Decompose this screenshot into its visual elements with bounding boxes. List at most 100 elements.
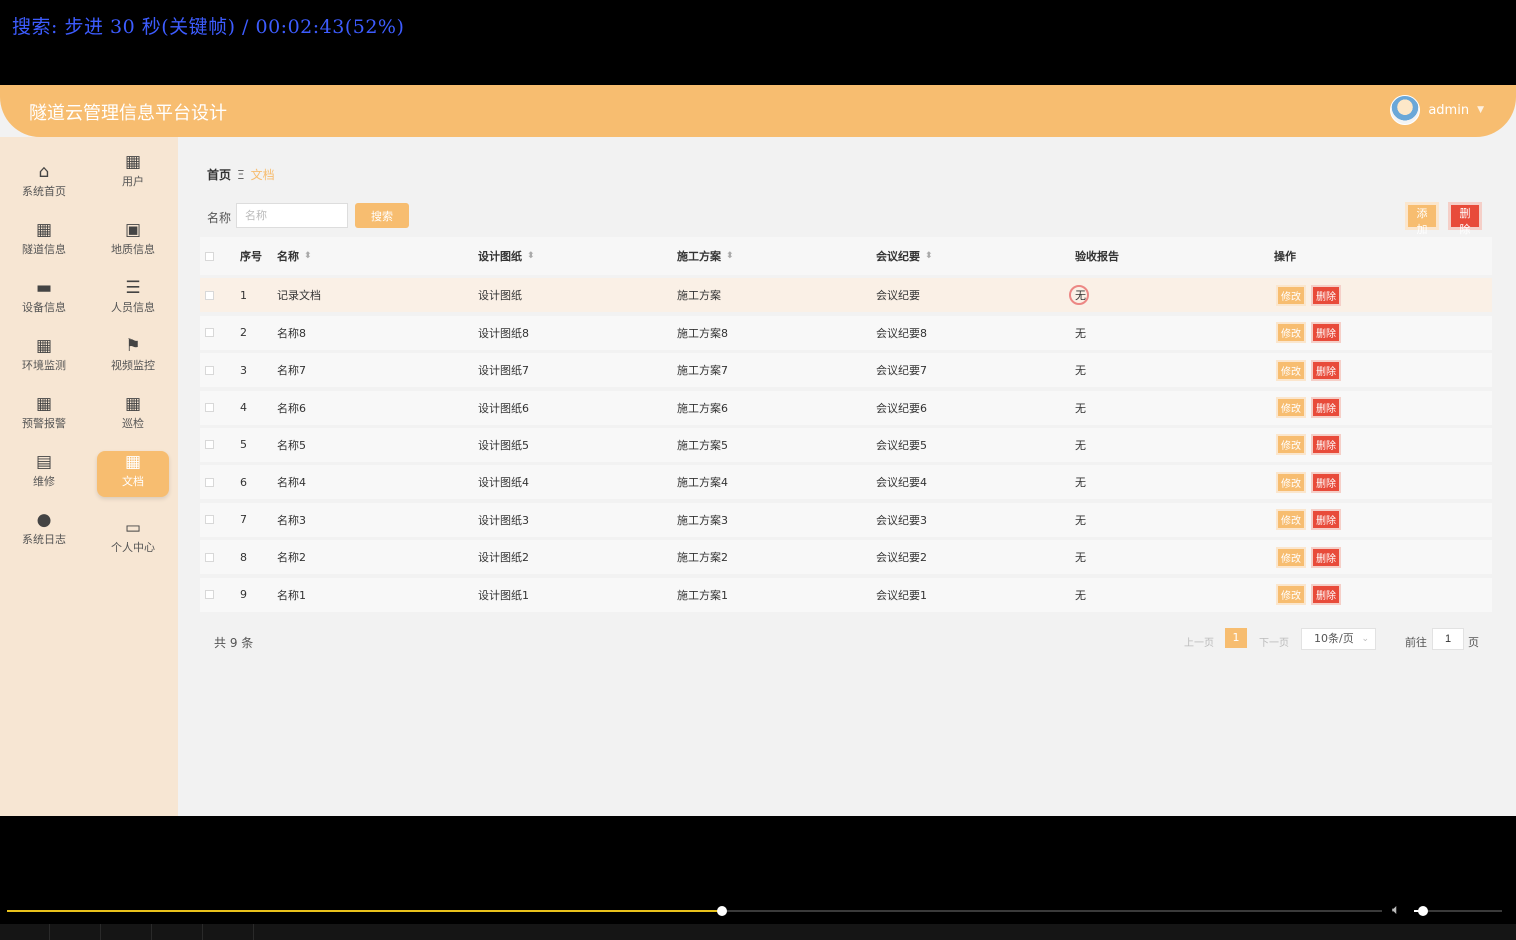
delete-button[interactable]: 删除 xyxy=(1313,436,1339,454)
row-checkbox[interactable] xyxy=(205,365,214,375)
cell-plan-text: 施工方案 xyxy=(677,289,721,303)
sidebar-item-label: 地质信息 xyxy=(111,243,155,256)
header-name[interactable]: 名称 ⬍ xyxy=(277,237,312,275)
cell-plan-text: 施工方案4 xyxy=(677,476,728,490)
table-row[interactable]: 7 名称3 设计图纸3 施工方案3 会议纪要3 无 修改 删除 xyxy=(200,502,1492,537)
row-checkbox[interactable] xyxy=(205,328,214,338)
row-checkbox[interactable] xyxy=(205,290,214,300)
edit-button[interactable]: 修改 xyxy=(1278,511,1304,529)
goto-page-input[interactable] xyxy=(1432,628,1464,650)
page-size-value: 10条/页 xyxy=(1314,632,1354,645)
sidebar-item-label: 系统日志 xyxy=(22,533,66,546)
add-button[interactable]: 添加 xyxy=(1408,205,1436,236)
player-bottom-tab[interactable] xyxy=(0,924,50,940)
page-suffix: 页 xyxy=(1468,636,1479,649)
table-row[interactable]: 4 名称6 设计图纸6 施工方案6 会议纪要6 无 修改 删除 xyxy=(200,390,1492,425)
volume-slider[interactable] xyxy=(1414,906,1502,916)
header-plan[interactable]: 施工方案 ⬍ xyxy=(677,237,734,275)
cell-name: 名称7 xyxy=(277,353,306,387)
grid-icon: ▦ xyxy=(35,394,53,414)
chevron-down-icon[interactable]: ▼ xyxy=(1477,105,1484,115)
edit-button[interactable]: 修改 xyxy=(1278,286,1304,304)
batch-delete-button[interactable]: 删除 xyxy=(1451,205,1479,236)
seek-handle[interactable] xyxy=(717,906,727,916)
delete-button[interactable]: 删除 xyxy=(1313,548,1339,566)
sidebar-item-10[interactable]: ▤ 维修 xyxy=(8,451,80,497)
table-row[interactable]: 8 名称2 设计图纸2 施工方案2 会议纪要2 无 修改 删除 xyxy=(200,540,1492,575)
header-minutes[interactable]: 会议纪要 ⬍ xyxy=(876,237,933,275)
row-checkbox[interactable] xyxy=(205,515,214,525)
speaker-icon[interactable]: 🔈︎ xyxy=(1392,902,1400,918)
player-bottom-tab[interactable] xyxy=(204,924,254,940)
player-bottom-tab[interactable] xyxy=(51,924,101,940)
row-checkbox[interactable] xyxy=(205,477,214,487)
sidebar-item-9[interactable]: ▦ 巡检 xyxy=(97,393,169,439)
edit-button[interactable]: 修改 xyxy=(1278,473,1304,491)
sidebar-item-3[interactable]: ▣ 地质信息 xyxy=(97,219,169,265)
row-checkbox[interactable] xyxy=(205,552,214,562)
breadcrumb-home[interactable]: 首页 xyxy=(207,168,231,182)
sidebar-item-12[interactable]: ● 系统日志 xyxy=(8,509,80,555)
next-page-button[interactable]: 下一页 xyxy=(1259,634,1289,649)
sidebar-item-2[interactable]: ▦ 隧道信息 xyxy=(8,219,80,265)
header-drawing[interactable]: 设计图纸 ⬍ xyxy=(478,237,535,275)
edit-button[interactable]: 修改 xyxy=(1278,399,1304,417)
sidebar-item-8[interactable]: ▦ 预警报警 xyxy=(8,393,80,439)
table-row[interactable]: 3 名称7 设计图纸7 施工方案7 会议纪要7 无 修改 删除 xyxy=(200,353,1492,388)
row-checkbox[interactable] xyxy=(205,403,214,413)
sidebar-item-4[interactable]: ▬ 设备信息 xyxy=(8,277,80,323)
delete-button[interactable]: 删除 xyxy=(1313,399,1339,417)
cell-report: 无 xyxy=(1075,503,1086,537)
edit-button[interactable]: 修改 xyxy=(1278,548,1304,566)
sort-icon[interactable]: ⬍ xyxy=(304,251,312,261)
cell-no: 8 xyxy=(240,540,247,574)
table-header: 序号 名称 ⬍ 设计图纸 ⬍ 施工方案 ⬍ 会议纪要 ⬍ 验收报告 操作 xyxy=(200,237,1492,275)
username[interactable]: admin xyxy=(1428,103,1469,118)
search-input[interactable] xyxy=(236,203,348,228)
player-bottom-tab[interactable] xyxy=(102,924,152,940)
table-row[interactable]: 9 名称1 设计图纸1 施工方案1 会议纪要1 无 修改 删除 xyxy=(200,577,1492,612)
sidebar-item-5[interactable]: ☰ 人员信息 xyxy=(97,277,169,323)
page-size-select[interactable]: 10条/页 ⌄ xyxy=(1301,628,1376,650)
sidebar-item-7[interactable]: ⚑ 视频监控 xyxy=(97,335,169,381)
top-bar: 隧道云管理信息平台设计 admin ▼ xyxy=(0,85,1516,137)
row-checkbox[interactable] xyxy=(205,440,214,450)
delete-button[interactable]: 删除 xyxy=(1313,511,1339,529)
volume-handle[interactable] xyxy=(1417,906,1428,916)
delete-button[interactable]: 删除 xyxy=(1313,361,1339,379)
sort-icon[interactable]: ⬍ xyxy=(925,251,933,261)
edit-button[interactable]: 修改 xyxy=(1278,586,1304,604)
user-menu[interactable]: admin ▼ xyxy=(1390,95,1484,125)
seek-bar[interactable] xyxy=(7,906,1382,916)
sidebar-item-13[interactable]: ▭ 个人中心 xyxy=(97,517,169,563)
select-all-checkbox[interactable] xyxy=(205,251,214,261)
sidebar-item-11[interactable]: ▦ 文档 xyxy=(97,451,169,497)
edit-button[interactable]: 修改 xyxy=(1278,324,1304,342)
cell-name-text: 名称4 xyxy=(277,476,306,490)
delete-button[interactable]: 删除 xyxy=(1313,324,1339,342)
header-index: 序号 xyxy=(240,250,262,263)
player-bottom-tab[interactable] xyxy=(153,924,203,940)
table-row[interactable]: 6 名称4 设计图纸4 施工方案4 会议纪要4 无 修改 删除 xyxy=(200,465,1492,500)
delete-button[interactable]: 删除 xyxy=(1313,286,1339,304)
sort-icon[interactable]: ⬍ xyxy=(527,251,535,261)
sidebar-item-1[interactable]: ▦ 用户 xyxy=(97,151,169,197)
prev-page-button[interactable]: 上一页 xyxy=(1184,634,1214,649)
cell-actions: 修改 删除 xyxy=(1278,540,1348,574)
delete-button[interactable]: 删除 xyxy=(1313,586,1339,604)
sidebar-item-0[interactable]: ⌂ 系统首页 xyxy=(8,161,80,207)
avatar[interactable] xyxy=(1390,95,1421,125)
table-row[interactable]: 1 记录文档 设计图纸 施工方案 会议纪要 无 修改 删除 xyxy=(200,278,1492,313)
table-row[interactable]: 5 名称5 设计图纸5 施工方案5 会议纪要5 无 修改 删除 xyxy=(200,427,1492,462)
sort-icon[interactable]: ⬍ xyxy=(726,251,734,261)
sidebar-item-6[interactable]: ▦ 环境监测 xyxy=(8,335,80,381)
row-checkbox[interactable] xyxy=(205,590,214,600)
cell-plan: 施工方案7 xyxy=(677,353,728,387)
edit-button[interactable]: 修改 xyxy=(1278,361,1304,379)
edit-button[interactable]: 修改 xyxy=(1278,436,1304,454)
delete-button[interactable]: 删除 xyxy=(1313,473,1339,491)
breadcrumb-separator-icon: Ξ xyxy=(237,168,245,182)
table-row[interactable]: 2 名称8 设计图纸8 施工方案8 会议纪要8 无 修改 删除 xyxy=(200,315,1492,350)
search-button[interactable]: 搜索 xyxy=(355,203,409,228)
page-number-current[interactable]: 1 xyxy=(1225,628,1247,648)
